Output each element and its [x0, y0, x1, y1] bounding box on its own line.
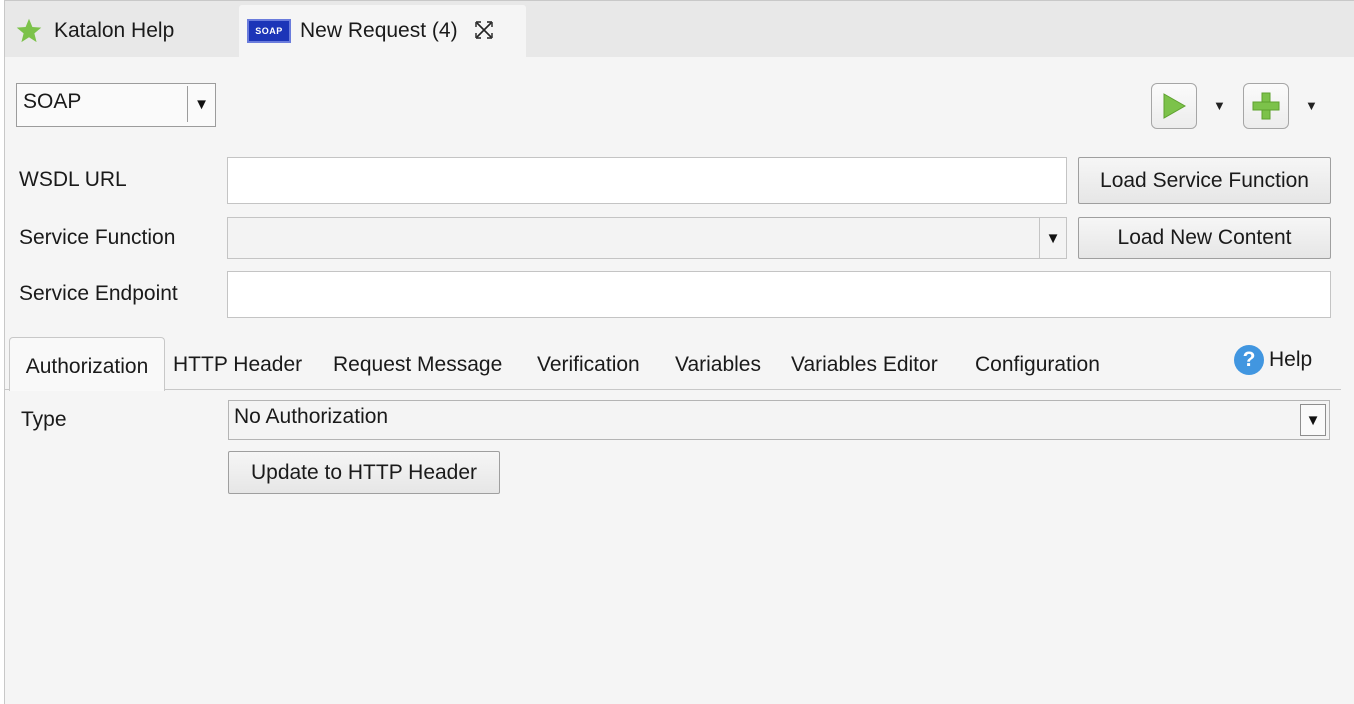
play-icon: [1163, 93, 1186, 119]
tab-new-request[interactable]: SOAP New Request (4): [239, 5, 526, 57]
editor-tab-bar: Katalon Help SOAP New Request (4): [5, 1, 1354, 57]
question-icon: ?: [1234, 345, 1264, 375]
service-endpoint-input[interactable]: [227, 271, 1331, 318]
chevron-down-icon[interactable]: ▼: [1300, 404, 1326, 436]
tab-label: Katalon Help: [54, 19, 175, 42]
tab-configuration[interactable]: Configuration: [975, 353, 1100, 377]
tab-authorization[interactable]: Authorization: [9, 337, 165, 391]
update-to-http-header-button[interactable]: Update to HTTP Header: [228, 451, 500, 494]
service-function-label: Service Function: [19, 226, 176, 249]
service-function-select[interactable]: ▼: [227, 217, 1067, 259]
plus-icon: [1252, 92, 1280, 120]
wsdl-url-input[interactable]: [227, 157, 1067, 204]
section-tab-bar: Authorization HTTP Header Request Messag…: [5, 337, 1341, 391]
wsdl-url-label: WSDL URL: [19, 168, 127, 191]
chevron-down-icon[interactable]: ▼: [1039, 218, 1066, 258]
tab-request-message[interactable]: Request Message: [333, 353, 502, 377]
tab-variables[interactable]: Variables: [675, 353, 761, 377]
auth-type-value: No Authorization: [234, 405, 389, 428]
help-link[interactable]: ? Help: [1234, 345, 1312, 375]
request-method-value: SOAP: [23, 90, 82, 113]
request-method-select[interactable]: SOAP ▼: [16, 83, 216, 127]
add-button[interactable]: [1243, 83, 1289, 129]
tab-http-header[interactable]: HTTP Header: [173, 353, 302, 377]
add-dropdown-arrow-icon[interactable]: ▼: [1305, 98, 1318, 113]
close-icon[interactable]: [474, 20, 494, 40]
help-label: Help: [1269, 348, 1313, 371]
soap-icon: SOAP: [247, 19, 291, 43]
service-endpoint-label: Service Endpoint: [19, 282, 178, 305]
auth-type-select[interactable]: No Authorization ▼: [228, 400, 1330, 440]
load-new-content-button[interactable]: Load New Content: [1078, 217, 1331, 259]
load-service-function-button[interactable]: Load Service Function: [1078, 157, 1331, 204]
star-icon: [16, 18, 42, 43]
run-button[interactable]: [1151, 83, 1197, 129]
tab-label: New Request (4): [300, 19, 458, 42]
request-editor: Katalon Help SOAP New Request (4) SOAP ▼…: [4, 0, 1354, 704]
tab-variables-editor[interactable]: Variables Editor: [791, 353, 938, 377]
tab-katalon-help[interactable]: Katalon Help: [15, 5, 174, 57]
auth-type-label: Type: [21, 408, 67, 431]
run-dropdown-arrow-icon[interactable]: ▼: [1213, 98, 1226, 113]
tab-verification[interactable]: Verification: [537, 353, 640, 377]
chevron-down-icon[interactable]: ▼: [187, 86, 215, 122]
